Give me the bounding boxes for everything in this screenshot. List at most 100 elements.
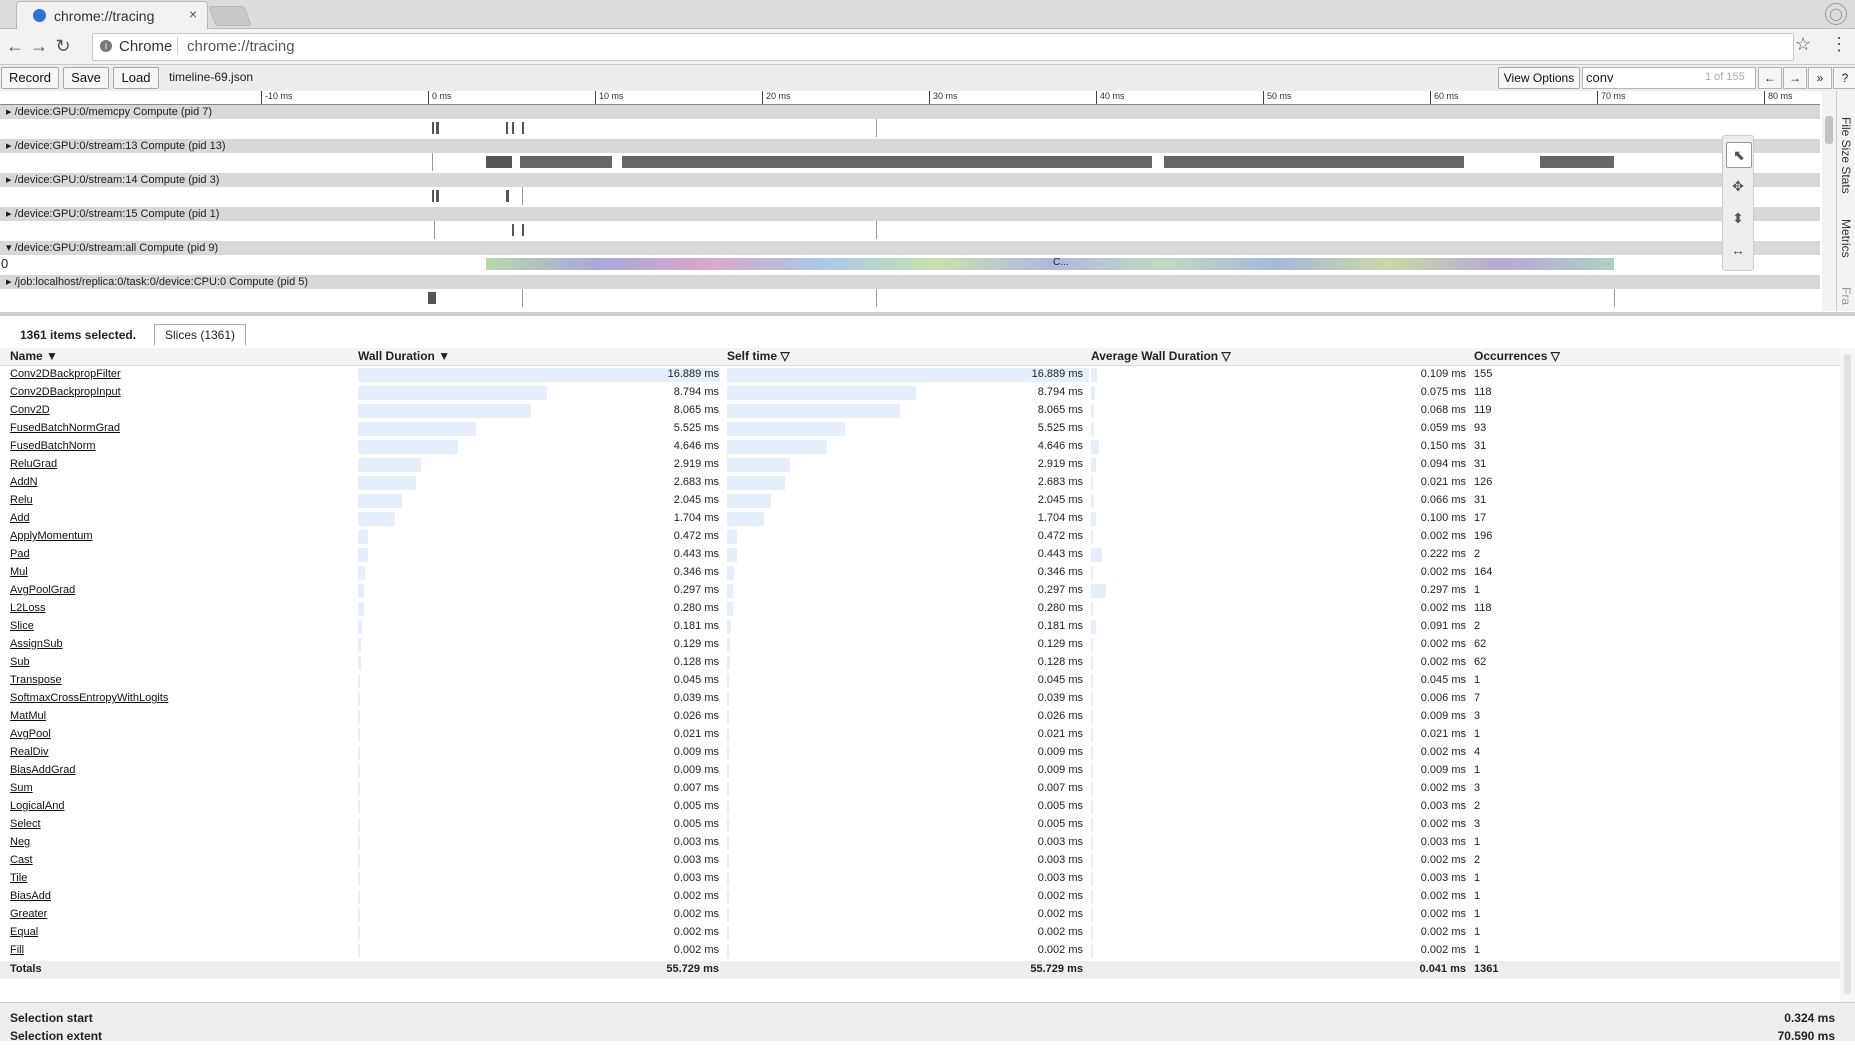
trace-slice[interactable]: [506, 122, 508, 134]
op-name-link[interactable]: ApplyMomentum: [10, 530, 93, 542]
site-info-icon[interactable]: i: [100, 40, 112, 52]
track-header-stream-13[interactable]: ▸ /device:GPU:0/stream:13 Compute (pid 1…: [0, 139, 1820, 153]
back-icon[interactable]: ←: [4, 36, 26, 57]
table-row[interactable]: AddN 2.683 ms 2.683 ms 0.021 ms 126: [0, 474, 1840, 492]
op-name-link[interactable]: L2Loss: [10, 602, 45, 614]
op-name-link[interactable]: FusedBatchNorm: [10, 440, 96, 452]
trace-slice[interactable]: [622, 156, 1152, 168]
trace-slice[interactable]: [428, 292, 436, 304]
op-name-link[interactable]: Greater: [10, 908, 47, 920]
track-row-stream-15[interactable]: [0, 221, 1820, 239]
op-name-link[interactable]: Equal: [10, 926, 38, 938]
table-row[interactable]: Fill 0.002 ms 0.002 ms 0.002 ms 1: [0, 942, 1840, 960]
op-name-link[interactable]: SoftmaxCrossEntropyWithLogits: [10, 692, 168, 704]
metrics-tab[interactable]: Metrics: [1839, 219, 1853, 258]
table-row[interactable]: Select 0.005 ms 0.005 ms 0.002 ms 3: [0, 816, 1840, 834]
track-header-stream-15[interactable]: ▸ /device:GPU:0/stream:15 Compute (pid 1…: [0, 207, 1820, 221]
find-input[interactable]: conv 1 of 155: [1582, 67, 1756, 89]
file-size-stats-tab[interactable]: File Size Stats: [1839, 117, 1853, 194]
table-row[interactable]: Conv2D 8.065 ms 8.065 ms 0.068 ms 119: [0, 402, 1840, 420]
op-name-link[interactable]: Relu: [10, 494, 33, 506]
table-row[interactable]: Transpose 0.045 ms 0.045 ms 0.045 ms 1: [0, 672, 1840, 690]
table-row[interactable]: Conv2DBackpropFilter 16.889 ms 16.889 ms 0.…: [0, 366, 1840, 384]
select-mode-icon[interactable]: ⬉: [1726, 142, 1752, 168]
browser-menu-icon[interactable]: ⋮: [1830, 34, 1848, 55]
trace-slice-group[interactable]: [486, 258, 1614, 270]
track-row-memcpy[interactable]: [0, 119, 1820, 137]
timeline-view[interactable]: -10 ms 0 ms 10 ms 20 ms 30 ms 40 ms 50 m…: [0, 91, 1840, 311]
column-header-average-wall-duration[interactable]: Average Wall Duration ▽: [1091, 349, 1231, 363]
op-name-link[interactable]: Select: [10, 818, 41, 830]
analysis-scroll-thumb[interactable]: [1844, 354, 1851, 994]
save-button[interactable]: Save: [63, 67, 109, 89]
table-row[interactable]: Cast 0.003 ms 0.003 ms 0.002 ms 2: [0, 852, 1840, 870]
find-next-button[interactable]: →: [1783, 67, 1807, 89]
op-name-link[interactable]: Slice: [10, 620, 34, 632]
find-previous-button[interactable]: ←: [1758, 67, 1782, 89]
op-name-link[interactable]: BiasAddGrad: [10, 764, 75, 776]
url-text[interactable]: chrome://tracing: [187, 38, 295, 55]
timeline-scrollbar[interactable]: [1822, 91, 1836, 311]
trace-slice[interactable]: [1164, 156, 1464, 168]
trace-slice[interactable]: [520, 156, 612, 168]
trace-slice[interactable]: [512, 224, 514, 236]
op-name-link[interactable]: Sub: [10, 656, 30, 668]
trace-slice[interactable]: [522, 122, 524, 134]
table-row[interactable]: Tile 0.003 ms 0.003 ms 0.003 ms 1: [0, 870, 1840, 888]
op-name-link[interactable]: AvgPool: [10, 728, 51, 740]
table-row[interactable]: BiasAdd 0.002 ms 0.002 ms 0.002 ms 1: [0, 888, 1840, 906]
timeline-scroll-thumb[interactable]: [1825, 116, 1833, 144]
op-name-link[interactable]: Conv2DBackpropInput: [10, 386, 121, 398]
table-row[interactable]: Add 1.704 ms 1.704 ms 0.100 ms 17: [0, 510, 1840, 528]
op-name-link[interactable]: Add: [10, 512, 30, 524]
panel-resize-handle[interactable]: [0, 312, 1855, 316]
new-tab-button[interactable]: [208, 6, 252, 26]
browser-tab[interactable]: chrome://tracing ×: [16, 1, 208, 29]
table-row[interactable]: Conv2DBackpropInput 8.794 ms 8.794 ms 0.075…: [0, 384, 1840, 402]
address-bar[interactable]: i Chrome chrome://tracing: [92, 33, 1794, 61]
table-row[interactable]: ReluGrad 2.919 ms 2.919 ms 0.094 ms 31: [0, 456, 1840, 474]
trace-slice[interactable]: [506, 190, 509, 202]
table-row[interactable]: RealDiv 0.009 ms 0.009 ms 0.002 ms 4: [0, 744, 1840, 762]
table-row[interactable]: SoftmaxCrossEntropyWithLogits 0.039 ms 0.0…: [0, 690, 1840, 708]
op-name-link[interactable]: Tile: [10, 872, 27, 884]
profile-icon[interactable]: ◯: [1825, 3, 1847, 25]
track-row-stream-14[interactable]: [0, 187, 1820, 205]
table-row[interactable]: Mul 0.346 ms 0.346 ms 0.002 ms 164: [0, 564, 1840, 582]
find-expand-button[interactable]: »: [1808, 67, 1832, 89]
time-ruler[interactable]: -10 ms 0 ms 10 ms 20 ms 30 ms 40 ms 50 m…: [0, 91, 1820, 105]
table-row[interactable]: FusedBatchNormGrad 5.525 ms 5.525 ms 0.059 …: [0, 420, 1840, 438]
tab-slices[interactable]: Slices (1361): [154, 324, 246, 345]
op-name-link[interactable]: Fill: [10, 944, 24, 956]
table-row[interactable]: AssignSub 0.129 ms 0.129 ms 0.002 ms 62: [0, 636, 1840, 654]
table-row[interactable]: Sub 0.128 ms 0.128 ms 0.002 ms 62: [0, 654, 1840, 672]
op-name-link[interactable]: Pad: [10, 548, 30, 560]
table-row[interactable]: Greater 0.002 ms 0.002 ms 0.002 ms 1: [0, 906, 1840, 924]
op-name-link[interactable]: MatMul: [10, 710, 46, 722]
view-options-button[interactable]: View Options: [1498, 67, 1580, 89]
track-row-cpu[interactable]: [0, 289, 1820, 307]
table-row[interactable]: Pad 0.443 ms 0.443 ms 0.222 ms 2: [0, 546, 1840, 564]
op-name-link[interactable]: ReluGrad: [10, 458, 57, 470]
op-name-link[interactable]: AvgPoolGrad: [10, 584, 75, 596]
load-button[interactable]: Load: [113, 67, 159, 89]
table-row[interactable]: Sum 0.007 ms 0.007 ms 0.002 ms 3: [0, 780, 1840, 798]
track-header-stream-14[interactable]: ▸ /device:GPU:0/stream:14 Compute (pid 3…: [0, 173, 1820, 187]
table-row[interactable]: AvgPoolGrad 0.297 ms 0.297 ms 0.297 ms 1: [0, 582, 1840, 600]
op-name-link[interactable]: FusedBatchNormGrad: [10, 422, 120, 434]
column-header-self-time[interactable]: Self time ▽: [727, 349, 790, 363]
trace-slice[interactable]: [432, 122, 434, 134]
track-row-stream-13[interactable]: [0, 153, 1820, 171]
track-header-cpu[interactable]: ▸ /job:localhost/replica:0/task:0/device…: [0, 275, 1820, 289]
table-row[interactable]: ApplyMomentum 0.472 ms 0.472 ms 0.002 ms 196: [0, 528, 1840, 546]
op-name-link[interactable]: LogicalAnd: [10, 800, 64, 812]
trace-slice[interactable]: [1540, 156, 1614, 168]
frame-data-tab[interactable]: Fra: [1839, 287, 1853, 305]
column-header-name[interactable]: Name ▼: [10, 349, 58, 363]
table-row[interactable]: Relu 2.045 ms 2.045 ms 0.066 ms 31: [0, 492, 1840, 510]
trace-slice[interactable]: [436, 190, 439, 202]
reload-icon[interactable]: ↻: [52, 36, 74, 57]
table-row[interactable]: AvgPool 0.021 ms 0.021 ms 0.021 ms 1: [0, 726, 1840, 744]
op-name-link[interactable]: Neg: [10, 836, 30, 848]
table-row[interactable]: Slice 0.181 ms 0.181 ms 0.091 ms 2: [0, 618, 1840, 636]
